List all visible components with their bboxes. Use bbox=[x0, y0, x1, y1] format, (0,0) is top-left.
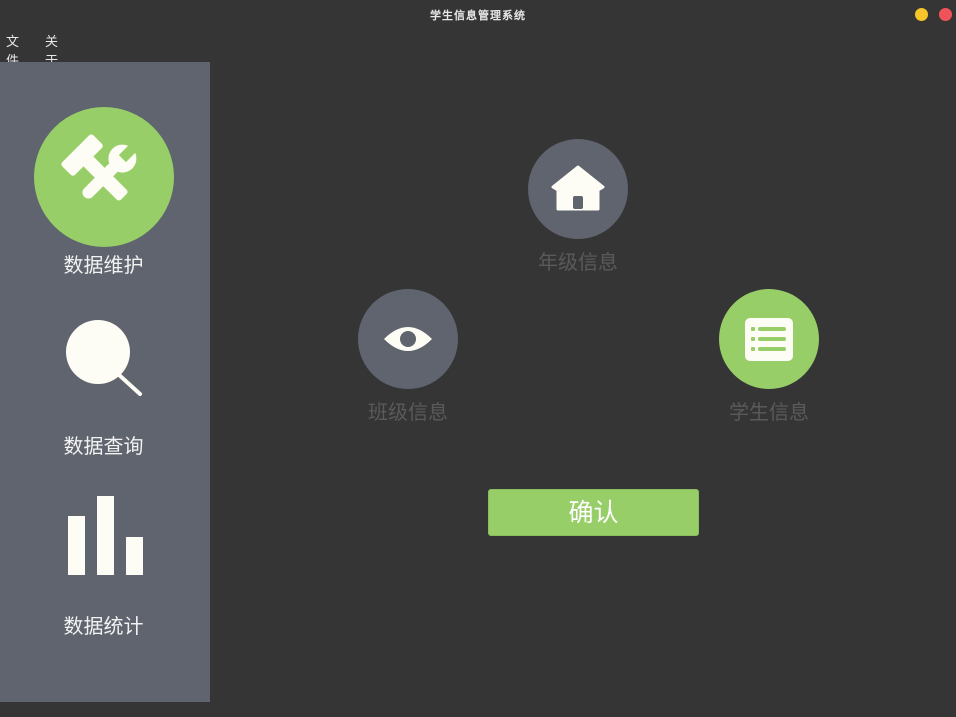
sidebar-item-data-maintenance[interactable]: 数据维护 bbox=[0, 62, 210, 282]
tools-icon bbox=[34, 107, 174, 247]
window-title: 学生信息管理系统 bbox=[430, 9, 526, 22]
sidebar-item-data-statistics[interactable]: 数据统计 bbox=[0, 482, 210, 642]
sidebar-item-data-query[interactable]: 数据查询 bbox=[0, 302, 210, 462]
list-icon bbox=[745, 318, 793, 361]
option-circle bbox=[528, 139, 628, 239]
option-label: 年级信息 bbox=[538, 250, 618, 274]
sidebar: 数据维护 数据查询 数据统计 bbox=[0, 62, 210, 702]
confirm-button[interactable]: 确认 bbox=[488, 489, 699, 536]
title-bar: 学生信息管理系统 bbox=[0, 0, 956, 28]
sidebar-item-label: 数据维护 bbox=[63, 253, 144, 277]
option-label: 学生信息 bbox=[729, 400, 809, 424]
option-class-info[interactable]: 班级信息 bbox=[338, 289, 478, 424]
bar-chart-icon bbox=[68, 496, 143, 575]
sidebar-item-label: 数据查询 bbox=[63, 434, 144, 458]
search-icon bbox=[66, 320, 142, 396]
option-student-info[interactable]: 学生信息 bbox=[699, 289, 839, 424]
eye-icon bbox=[384, 327, 432, 351]
option-circle bbox=[719, 289, 819, 389]
option-circle bbox=[358, 289, 458, 389]
sidebar-item-label: 数据统计 bbox=[63, 614, 144, 638]
home-icon bbox=[551, 165, 605, 211]
minimize-button[interactable] bbox=[915, 8, 928, 21]
bottom-bar bbox=[0, 702, 956, 717]
close-button[interactable] bbox=[939, 8, 952, 21]
option-grade-info[interactable]: 年级信息 bbox=[508, 139, 648, 274]
option-label: 班级信息 bbox=[368, 400, 448, 424]
